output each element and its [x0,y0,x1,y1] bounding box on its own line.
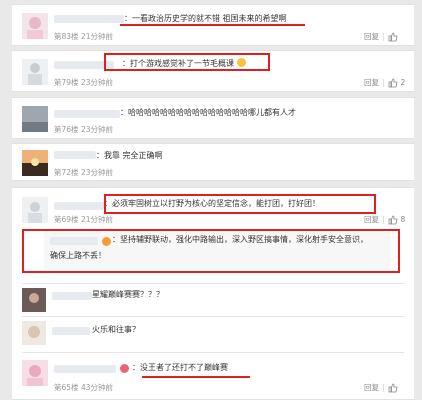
timestamp: 43分钟前 [80,383,113,392]
avatar-image [22,288,46,312]
like-icon[interactable] [388,215,398,225]
reply-button[interactable]: 回复 [364,382,379,393]
comment-text: 星耀巅峰赛赛？？？ [92,289,164,301]
avatar-image [27,17,43,39]
separator: | [382,215,385,224]
comment-meta: 第79楼 23分钟前 [54,77,113,88]
username-blurred[interactable] [54,151,96,159]
avatar-image [28,63,42,85]
separator: | [382,32,385,41]
highlight-underline [120,24,305,26]
floor-number: 第72楼 [54,168,79,177]
like-count: 8 [400,215,406,224]
comment-actions: 回复 | 2 [364,77,405,88]
comment-text: ：哈哈哈哈哈哈哈哈哈哈哈哈哈哈哈哪儿都有人才 [120,107,296,119]
comment-meta: 第76楼 23分钟前 [54,124,113,135]
like-icon[interactable] [388,32,398,42]
reply-button[interactable]: 回复 [364,214,379,225]
username-blurred[interactable] [52,327,90,335]
highlight-box [22,229,400,273]
comment-body: 一看政治历史学的就不错 祖国未来的希望啊 [132,14,287,23]
comment-body: 火乐和往事？ [92,325,140,334]
separator: | [382,383,385,392]
floor-number: 第76楼 [54,125,79,134]
divider [22,352,404,353]
avatar-image [22,321,46,345]
username-blurred[interactable] [52,292,92,300]
comment-meta: 第69楼 21分钟前 [54,214,113,225]
like-icon[interactable] [388,383,398,393]
comment-prefix: ： [132,363,140,372]
comment-actions: 回复 | 8 [364,214,405,225]
comment-body: 没王者了还打不了巅峰赛 [140,363,228,372]
avatar-image [22,106,48,132]
avatar[interactable] [22,288,46,312]
username-blurred[interactable] [54,202,104,210]
comment-prefix: ： [120,108,128,117]
emoji-icon [120,364,129,373]
reply-button[interactable]: 回复 [364,31,379,42]
avatar-image [27,365,43,386]
separator: | [382,78,385,87]
avatar[interactable] [22,197,48,223]
avatar-image [22,150,48,176]
timestamp: 23分钟前 [80,125,113,134]
avatar[interactable] [22,360,48,386]
avatar[interactable] [22,59,48,85]
divider [22,316,404,317]
comment-meta: 第83楼 21分钟前 [54,31,113,42]
avatar[interactable] [22,321,46,345]
comment-actions: 回复 | [364,31,398,42]
reply-button[interactable]: 回复 [364,77,379,88]
floor-number: 第83楼 [54,32,79,41]
comment-meta: 第72楼 23分钟前 [54,167,113,178]
comment-body: 星耀巅峰赛赛？？？ [92,290,164,299]
username-blurred[interactable] [54,365,116,373]
comment-text: 火乐和往事？ [92,324,140,336]
avatar[interactable] [22,150,48,176]
comment-panel: ：我靠 完全正确啊 第72楼 23分钟前 [12,143,414,181]
divider [22,283,404,284]
comment-body: 哈哈哈哈哈哈哈哈哈哈哈哈哈哈哈哪儿都有人才 [128,108,296,117]
highlight-underline [142,376,250,378]
username-blurred[interactable] [54,15,124,23]
timestamp: 23分钟前 [80,78,113,87]
floor-number: 第79楼 [54,78,79,87]
comment-prefix: ： [96,151,104,160]
timestamp: 21分钟前 [80,215,113,224]
avatar[interactable] [22,13,48,39]
comment-text: ：我靠 完全正确啊 [54,150,163,162]
comment-panel: ：哈哈哈哈哈哈哈哈哈哈哈哈哈哈哈哪儿都有人才 第76楼 23分钟前 [12,97,414,139]
like-icon[interactable] [388,78,398,88]
comment-text: ：没王者了还打不了巅峰赛 [132,362,228,374]
comment-meta: 第65楼 43分钟前 [54,382,113,393]
timestamp: 23分钟前 [80,168,113,177]
highlight-box [104,194,376,214]
comment-body: 我靠 完全正确啊 [104,151,163,160]
floor-number: 第69楼 [54,215,79,224]
comment-prefix: ： [124,14,132,23]
username-blurred[interactable] [54,110,120,118]
floor-number: 第65楼 [54,383,79,392]
like-count: 2 [400,78,406,87]
comment-actions: 回复 | [364,382,398,393]
highlight-box [104,53,270,71]
avatar-image [28,202,42,223]
avatar[interactable] [22,106,48,132]
timestamp: 21分钟前 [80,32,113,41]
